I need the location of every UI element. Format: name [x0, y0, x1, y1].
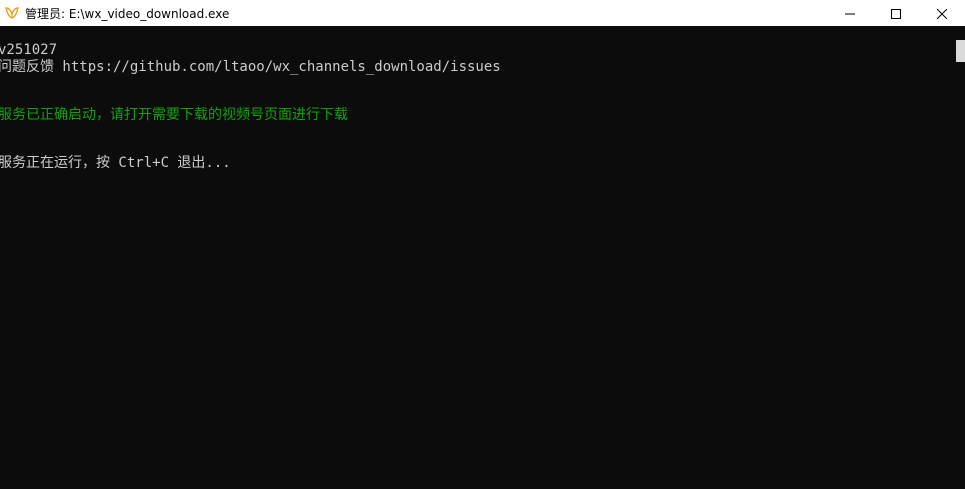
minimize-button[interactable]	[827, 0, 873, 26]
app-icon	[5, 6, 19, 20]
service-started-line: 服务已正确启动，请打开需要下载的视频号页面进行下载	[0, 107, 348, 123]
scrollbar-thumb[interactable]	[956, 40, 965, 62]
maximize-icon	[891, 4, 901, 23]
console-output[interactable]: v251027 问题反馈 https://github.com/ltaoo/wx…	[0, 26, 955, 489]
window-controls	[827, 0, 965, 26]
title-bar[interactable]: 管理员: E:\wx_video_download.exe	[0, 0, 965, 26]
maximize-button[interactable]	[873, 0, 919, 26]
window-title: 管理员: E:\wx_video_download.exe	[25, 6, 230, 21]
service-running-line: 服务正在运行，按 Ctrl+C 退出...	[0, 155, 231, 171]
minimize-icon	[845, 4, 855, 23]
console-window: 管理员: E:\wx_video_download.exe v251027 问题…	[0, 0, 965, 489]
close-icon	[936, 4, 948, 23]
vertical-scrollbar[interactable]	[955, 26, 965, 489]
close-button[interactable]	[919, 0, 965, 26]
feedback-line: 问题反馈 https://github.com/ltaoo/wx_channel…	[0, 59, 501, 75]
version-line: v251027	[0, 42, 58, 58]
